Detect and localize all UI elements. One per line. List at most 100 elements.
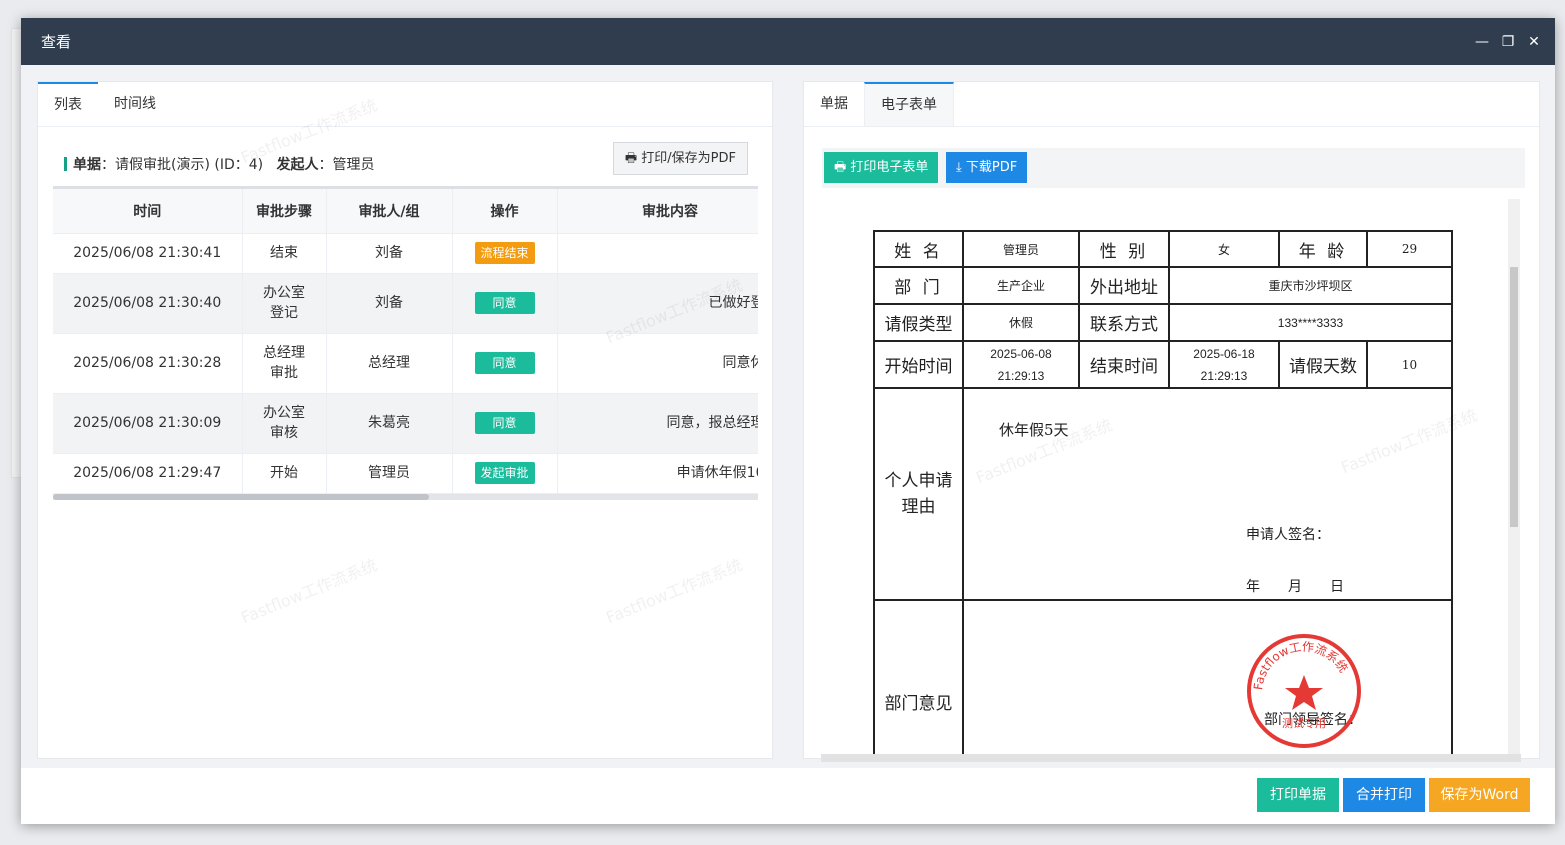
cell-approver: 管理员 xyxy=(326,453,453,494)
cell-step: 办公室审核 xyxy=(242,393,327,454)
column-header-action[interactable]: 操作 xyxy=(452,189,558,234)
tab-list[interactable]: 列表 xyxy=(38,82,98,126)
form-horizontal-scrollbar[interactable] xyxy=(821,754,1521,762)
cell-approver: 刘备 xyxy=(326,273,453,334)
print-document-button[interactable]: 打印单据 xyxy=(1257,778,1339,812)
cell-step: 办公室登记 xyxy=(242,273,327,334)
print-form-button[interactable]: 🖶 打印电子表单 xyxy=(824,152,939,183)
end-time: 21:29:13 xyxy=(1200,368,1248,383)
table-horizontal-scrollbar[interactable] xyxy=(53,494,758,500)
right-tabs: 单据 电子表单 xyxy=(804,82,1539,127)
cell-time: 2025/06/08 21:29:47 xyxy=(53,453,243,494)
cell-action: 同意 xyxy=(452,393,558,454)
column-header-approver[interactable]: 审批人/组 xyxy=(326,189,453,234)
download-pdf-label: 下载PDF xyxy=(965,160,1018,175)
cell-content: 同意，报总经理审 xyxy=(557,393,758,454)
form-value-contact: 133****3333 xyxy=(1277,315,1344,330)
start-time: 21:29:13 xyxy=(997,368,1045,383)
table-row: 2025/06/08 21:29:47开始管理员发起审批申请休年假10天 xyxy=(53,453,758,494)
seal-sub-text: 测试专用 xyxy=(1282,716,1326,730)
form-label-gender: 性 别 xyxy=(1080,232,1170,266)
info-label-document: 单据 xyxy=(73,157,101,173)
download-pdf-button[interactable]: ⤓ 下载PDF xyxy=(946,152,1028,183)
cell-action: 同意 xyxy=(452,273,558,334)
close-icon[interactable]: ✕ xyxy=(1527,34,1541,50)
document-info: 单据：请假审批(演示) (ID：4) 发起人：管理员 xyxy=(64,154,374,174)
modal-footer: 打印单据 合并打印 保存为Word xyxy=(21,768,1555,824)
column-header-step[interactable]: 审批步骤 xyxy=(242,189,327,234)
cell-content: 已做好登记 xyxy=(557,273,758,334)
cell-time: 2025/06/08 21:30:40 xyxy=(53,273,243,334)
cell-approver: 总经理 xyxy=(326,333,453,394)
applicant-sign-label: 申请人签名： xyxy=(1246,527,1330,543)
cell-action: 发起审批 xyxy=(452,453,558,494)
minimize-icon[interactable]: — xyxy=(1475,34,1489,50)
form-value-address: 重庆市沙坪坝区 xyxy=(1268,279,1353,293)
modal-title: 查看 xyxy=(41,33,72,51)
cell-step: 结束 xyxy=(242,233,327,274)
form-label-end: 结束时间 xyxy=(1080,342,1170,387)
form-label-name: 姓 名 xyxy=(875,232,964,266)
info-value-initiator: ：管理员 xyxy=(318,157,375,173)
cell-time: 2025/06/08 21:30:28 xyxy=(53,333,243,394)
tab-document[interactable]: 单据 xyxy=(804,82,864,126)
action-badge: 同意 xyxy=(474,352,535,374)
start-date: 2025-06-08 xyxy=(990,346,1052,361)
printer-icon: 🖶 xyxy=(834,160,847,175)
printer-icon: 🖶 xyxy=(624,151,638,166)
form-label-start: 开始时间 xyxy=(875,342,964,387)
cell-time: 2025/06/08 21:30:41 xyxy=(53,233,243,274)
cell-step: 总经理审批 xyxy=(242,333,327,394)
scrollbar-thumb[interactable] xyxy=(53,494,429,500)
action-badge: 同意 xyxy=(474,292,535,314)
form-label-leave-type: 请假类型 xyxy=(875,305,964,340)
form-label-days: 请假天数 xyxy=(1280,342,1368,387)
left-tabs: 列表 时间线 xyxy=(38,82,772,127)
cell-step: 开始 xyxy=(242,453,327,494)
download-icon: ⤓ xyxy=(956,160,962,175)
scrollbar-thumb[interactable] xyxy=(1510,267,1518,527)
merge-print-button[interactable]: 合并打印 xyxy=(1343,778,1425,812)
form-value-reason: 休年假5天 xyxy=(999,421,1069,439)
end-date: 2025-06-18 xyxy=(1193,346,1255,361)
right-panel: 单据 电子表单 🖶 打印电子表单 ⤓ 下载PDF 姓 名 管理员 性 别 女 年… xyxy=(803,81,1540,762)
action-badge: 流程结束 xyxy=(474,242,535,264)
cell-content xyxy=(557,233,758,274)
info-value-document: ：请假审批(演示) (ID：4) xyxy=(101,157,264,173)
cell-action: 流程结束 xyxy=(452,233,558,274)
cell-content: 同意休假 xyxy=(557,333,758,394)
cell-approver: 朱葛亮 xyxy=(326,393,453,454)
form-value-leave-type: 休假 xyxy=(964,305,1080,340)
cell-content: 申请休年假10天 xyxy=(557,453,758,494)
form-value-gender: 女 xyxy=(1170,232,1280,266)
form-vertical-scrollbar[interactable] xyxy=(1508,199,1520,754)
form-reason-area: 休年假5天 申请人签名： 年 月 日 xyxy=(964,389,1451,599)
date-line: 年 月 日 xyxy=(1246,579,1344,595)
cell-action: 同意 xyxy=(452,333,558,394)
info-label-initiator: 发起人 xyxy=(276,157,319,173)
form-value-dept: 生产企业 xyxy=(964,268,1080,303)
table-row: 2025/06/08 21:30:41 结束 刘备 流程结束 xyxy=(53,233,758,274)
action-badge: 同意 xyxy=(474,412,535,434)
company-seal: Fastflow工作流系统 测试专用 xyxy=(1247,634,1361,748)
left-panel: 列表 时间线 单据：请假审批(演示) (ID：4) 发起人：管理员 🖶 打印/保… xyxy=(37,81,773,759)
form-dept-opinion-area: 部门领导签名： Fastflow工作流系统 测试专用 xyxy=(964,601,1451,754)
action-badge: 发起审批 xyxy=(474,462,535,484)
table-row: 2025/06/08 21:30:09办公室审核朱葛亮同意同意，报总经理审 xyxy=(53,393,758,454)
print-pdf-button[interactable]: 🖶 打印/保存为PDF xyxy=(612,142,748,175)
form-label-dept: 部 门 xyxy=(875,268,964,303)
table-row: 2025/06/08 21:30:28总经理审批总经理同意同意休假 xyxy=(53,333,758,394)
print-pdf-label: 打印/保存为PDF xyxy=(641,151,736,166)
save-word-button[interactable]: 保存为Word xyxy=(1429,778,1530,812)
modal-header: 查看 — ❐ ✕ xyxy=(21,18,1555,65)
tab-timeline[interactable]: 时间线 xyxy=(98,82,172,126)
form-value-days: 10 xyxy=(1401,357,1418,372)
form-label-dept-opinion: 部门意见 xyxy=(875,601,964,754)
print-form-label: 打印电子表单 xyxy=(850,160,929,175)
column-header-time[interactable]: 时间 xyxy=(53,189,243,234)
tab-electronic-form[interactable]: 电子表单 xyxy=(864,82,954,126)
column-header-content[interactable]: 审批内容 xyxy=(557,189,758,234)
form-value-end: 2025-06-18 21:29:13 xyxy=(1170,342,1280,387)
leave-form: 姓 名 管理员 性 别 女 年 龄 29 部 门 生产企业 外出地址 重庆市沙坪… xyxy=(873,230,1453,754)
maximize-icon[interactable]: ❐ xyxy=(1501,34,1515,50)
